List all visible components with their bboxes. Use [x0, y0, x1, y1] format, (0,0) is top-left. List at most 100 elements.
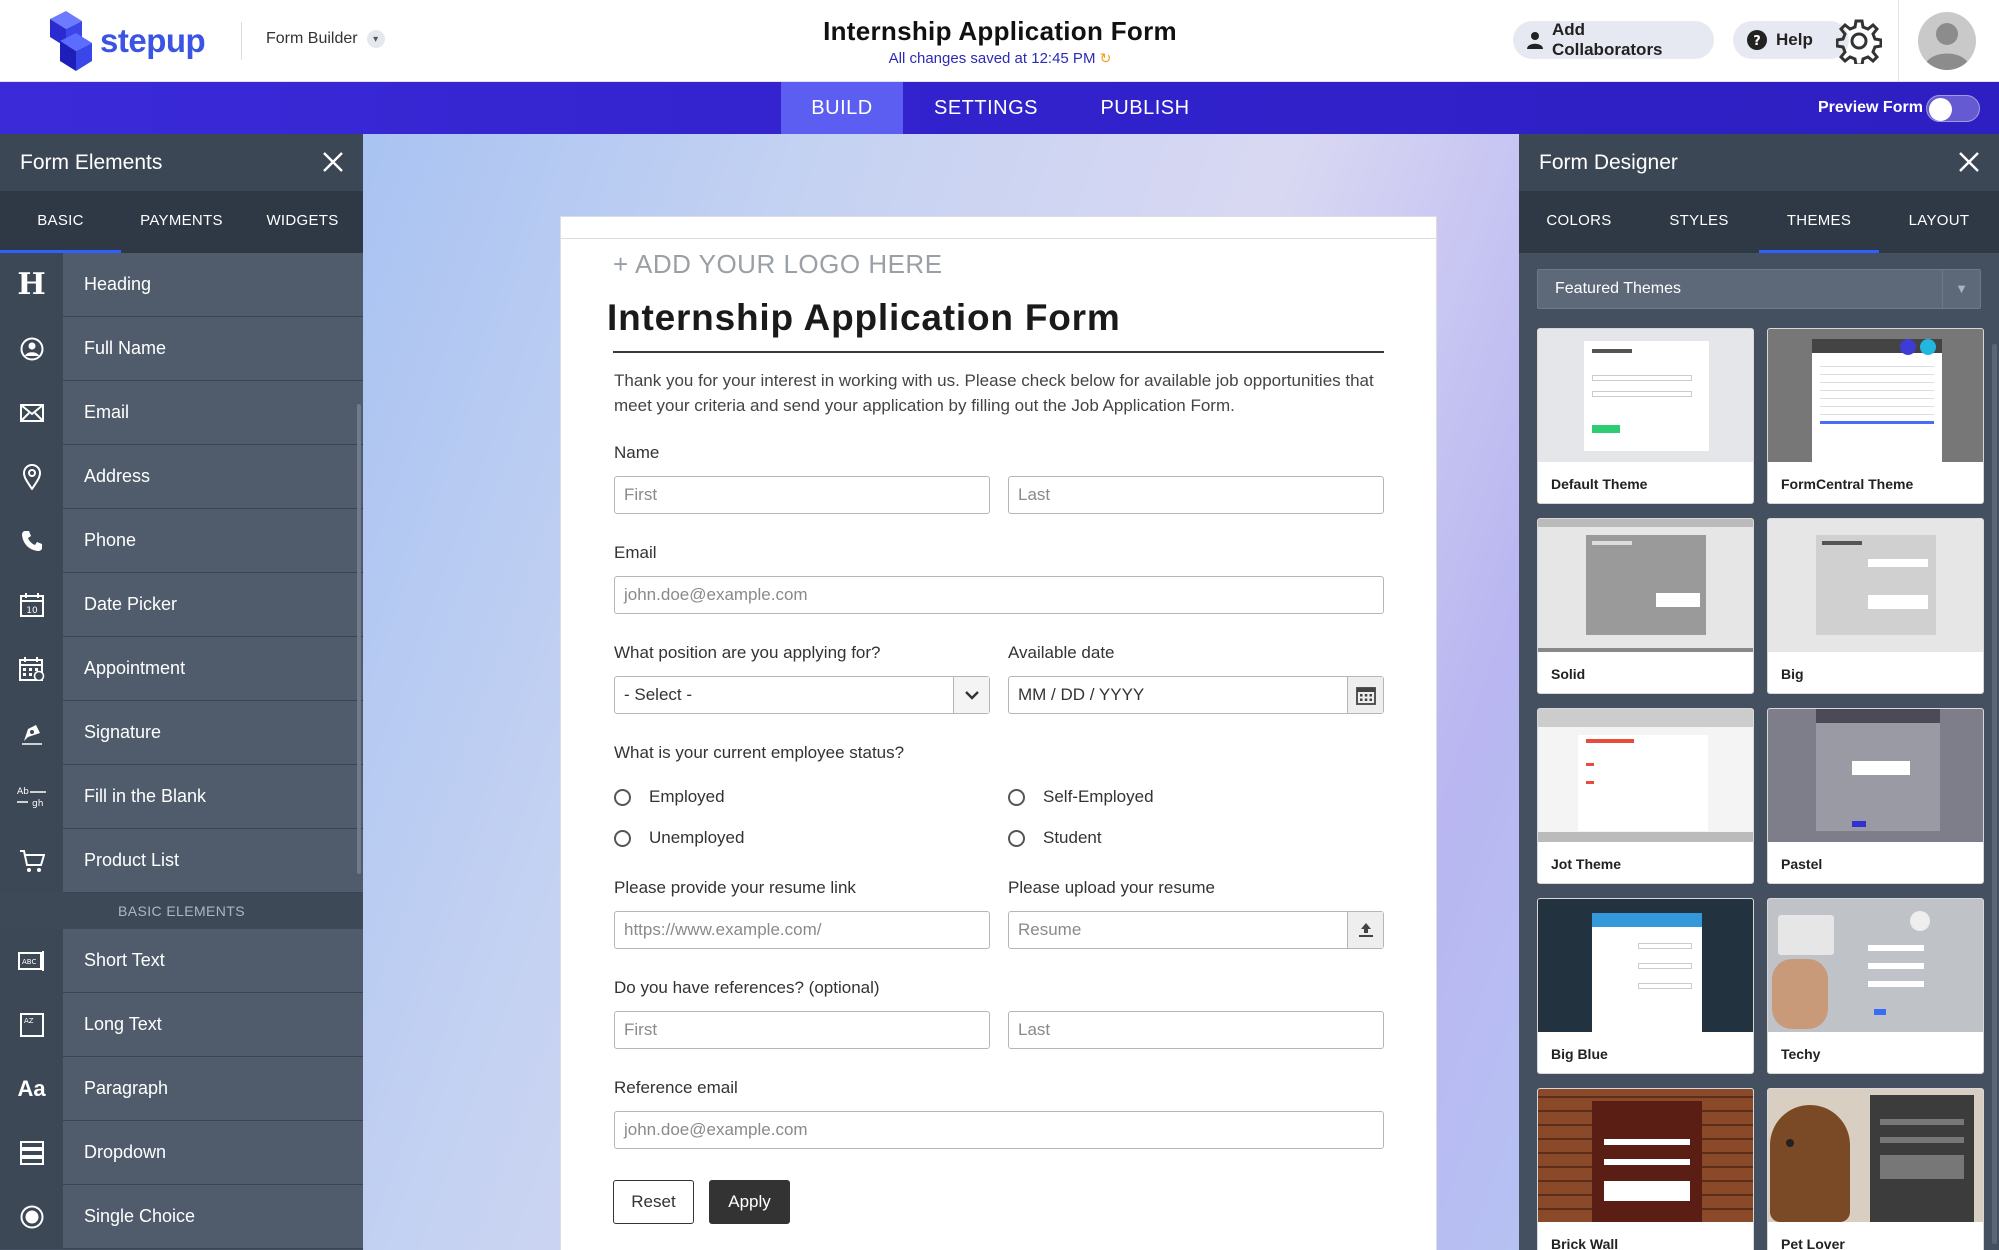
tab-colors[interactable]: COLORS — [1519, 191, 1639, 253]
theme-pastel[interactable]: Pastel — [1767, 708, 1984, 884]
element-paragraph[interactable]: Aa Paragraph — [0, 1056, 363, 1121]
date-input[interactable]: MM / DD / YYYY — [1008, 676, 1384, 714]
theme-name: Big — [1781, 666, 1804, 682]
element-label: Paragraph — [84, 1078, 169, 1098]
element-product-list[interactable]: Product List — [0, 828, 363, 893]
radio-circle — [1008, 829, 1025, 847]
upload-icon[interactable] — [1347, 912, 1383, 948]
radio-employed[interactable]: Employed — [614, 787, 725, 807]
theme-jot[interactable]: Jot Theme — [1537, 708, 1754, 884]
tab-layout[interactable]: LAYOUT — [1879, 191, 1999, 253]
element-email[interactable]: Email — [0, 380, 363, 445]
element-long-text[interactable]: AZ Long Text — [0, 992, 363, 1057]
form-elements-panel: Form Elements BASIC PAYMENTS WIDGETS H H… — [0, 134, 363, 1250]
element-label: Signature — [84, 722, 162, 742]
refresh-icon[interactable]: ↻ — [1100, 50, 1112, 66]
calendar-icon: 10 — [0, 572, 63, 637]
add-logo-button[interactable]: + ADD YOUR LOGO HERE — [613, 249, 943, 280]
reference-last-input[interactable]: Last — [1008, 1011, 1384, 1049]
radio-circle — [1008, 788, 1025, 806]
short-text-icon: ABC — [0, 928, 63, 993]
element-label: Appointment — [84, 658, 186, 678]
featured-themes-dropdown[interactable]: Featured Themes ▼ — [1537, 269, 1981, 309]
element-label: Long Text — [84, 1014, 162, 1034]
theme-techy[interactable]: Techy — [1767, 898, 1984, 1074]
reset-button[interactable]: Reset — [613, 1180, 694, 1224]
theme-brick-wall[interactable]: Brick Wall — [1537, 1088, 1754, 1250]
resume-link-input[interactable]: https://www.example.com/ — [614, 911, 990, 949]
theme-thumbnail — [1768, 329, 1983, 462]
radio-label: Unemployed — [649, 828, 745, 847]
element-label: Short Text — [84, 950, 165, 970]
add-collaborators-button[interactable]: Add Collaborators — [1513, 20, 1714, 59]
map-pin-icon — [0, 444, 63, 509]
theme-big-blue[interactable]: Big Blue — [1537, 898, 1754, 1074]
element-single-choice[interactable]: Single Choice — [0, 1184, 363, 1249]
avatar[interactable] — [1918, 12, 1976, 70]
title-area: Internship Application Form All changes … — [700, 16, 1300, 67]
theme-default[interactable]: Default Theme — [1537, 328, 1754, 504]
brand-logo[interactable]: stepup — [46, 10, 206, 72]
last-name-input[interactable]: Last — [1008, 476, 1384, 514]
tab-basic[interactable]: BASIC — [0, 191, 121, 253]
reference-email-input[interactable]: john.doe@example.com — [614, 1111, 1384, 1149]
gear-icon[interactable] — [1835, 18, 1883, 67]
form-heading[interactable]: Internship Application Form — [607, 297, 1121, 339]
tab-widgets[interactable]: WIDGETS — [242, 191, 363, 253]
tab-build[interactable]: BUILD — [781, 82, 903, 134]
theme-pet-lover[interactable]: Pet Lover — [1767, 1088, 1984, 1250]
element-full-name[interactable]: Full Name — [0, 316, 363, 381]
add-collaborators-label: Add Collaborators — [1552, 20, 1663, 59]
radio-self-employed[interactable]: Self-Employed — [1008, 787, 1154, 807]
element-heading[interactable]: H Heading — [0, 252, 363, 317]
radio-student[interactable]: Student — [1008, 828, 1102, 848]
cart-icon — [0, 828, 63, 893]
svg-text:ABC: ABC — [22, 958, 36, 966]
element-short-text[interactable]: ABC Short Text — [0, 928, 363, 993]
form-builder-dropdown[interactable]: Form Builder ▾ — [266, 30, 385, 48]
position-select[interactable]: - Select - — [614, 676, 990, 714]
svg-text:gh: gh — [32, 799, 43, 809]
form-description[interactable]: Thank you for your interest in working w… — [614, 368, 1384, 418]
tab-payments[interactable]: PAYMENTS — [121, 191, 242, 253]
save-status-text: All changes saved at 12:45 PM — [888, 50, 1096, 67]
tab-publish[interactable]: PUBLISH — [1090, 82, 1200, 134]
tab-styles[interactable]: STYLES — [1639, 191, 1759, 253]
element-date-picker[interactable]: 10 Date Picker — [0, 572, 363, 637]
element-fill-in-the-blank[interactable]: Ab gh Fill in the Blank — [0, 764, 363, 829]
help-button[interactable]: ? Help — [1733, 21, 1849, 59]
theme-formcentral[interactable]: FormCentral Theme — [1767, 328, 1984, 504]
email-input[interactable]: john.doe@example.com — [614, 576, 1384, 614]
theme-big[interactable]: Big — [1767, 518, 1984, 694]
theme-solid[interactable]: Solid — [1537, 518, 1754, 694]
first-name-input[interactable]: First — [614, 476, 990, 514]
preview-form-toggle[interactable] — [1926, 95, 1980, 122]
tab-themes[interactable]: THEMES — [1759, 191, 1879, 253]
calendar-icon[interactable] — [1347, 677, 1383, 713]
element-dropdown[interactable]: Dropdown — [0, 1120, 363, 1185]
resume-link-label: Please provide your resume link — [614, 878, 856, 897]
element-label: Address — [84, 466, 151, 486]
paragraph-icon: Aa — [0, 1056, 63, 1121]
element-signature[interactable]: Signature — [0, 700, 363, 765]
radio-unemployed[interactable]: Unemployed — [614, 828, 744, 848]
scrollbar[interactable] — [357, 404, 361, 874]
element-phone[interactable]: Phone — [0, 508, 363, 573]
chevron-down-icon — [953, 677, 989, 713]
scrollbar[interactable] — [1992, 344, 1997, 1244]
element-label: Heading — [84, 274, 152, 294]
theme-name: Jot Theme — [1551, 856, 1622, 872]
theme-thumbnail — [1538, 709, 1753, 842]
apply-button[interactable]: Apply — [709, 1180, 790, 1224]
resume-upload-input[interactable]: Resume — [1008, 911, 1384, 949]
tab-settings[interactable]: SETTINGS — [920, 82, 1052, 134]
close-icon[interactable] — [321, 150, 345, 174]
element-appointment[interactable]: Appointment — [0, 636, 363, 701]
close-icon[interactable] — [1957, 150, 1981, 174]
element-address[interactable]: Address — [0, 444, 363, 509]
preview-form-label: Preview Form — [1818, 99, 1923, 116]
chevron-down-icon: ▼ — [1942, 270, 1980, 308]
theme-name: Pastel — [1781, 856, 1823, 872]
reference-first-input[interactable]: First — [614, 1011, 990, 1049]
panel-header: Form Designer — [1519, 134, 1999, 191]
